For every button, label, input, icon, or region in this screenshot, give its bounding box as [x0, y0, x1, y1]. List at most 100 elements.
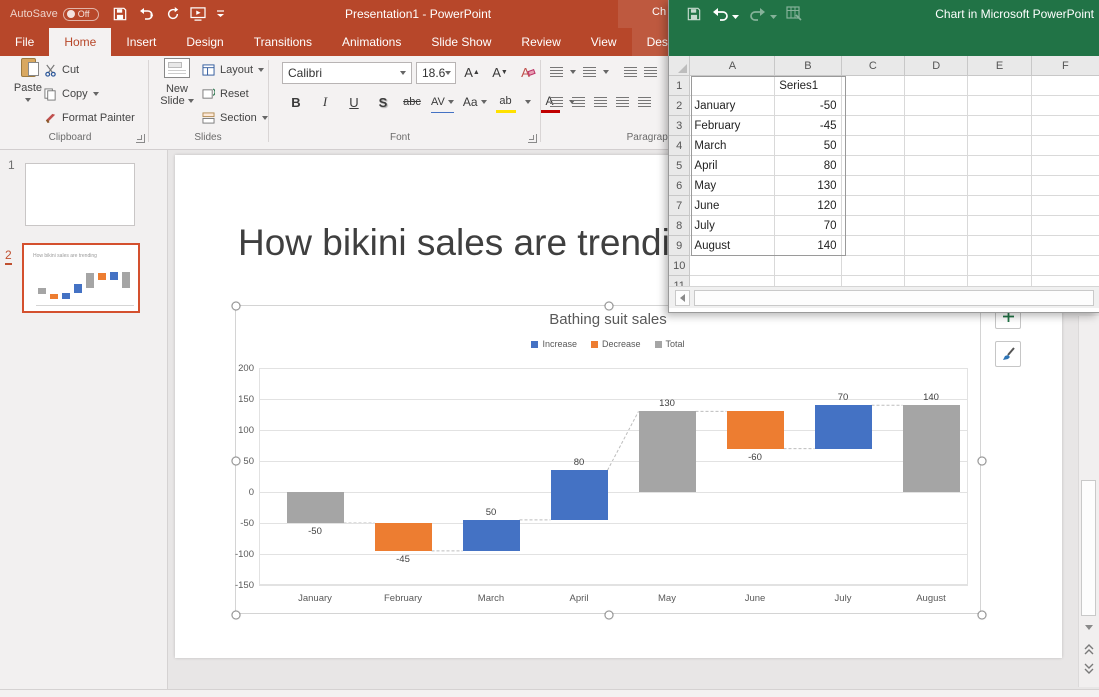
undo-icon[interactable] — [710, 7, 739, 26]
cell-D8[interactable] — [905, 216, 968, 236]
row-header-7[interactable]: 7 — [669, 196, 690, 216]
bar-march[interactable] — [463, 520, 520, 551]
numbering-dropdown-icon[interactable] — [603, 70, 609, 74]
row-header-1[interactable]: 1 — [669, 76, 690, 96]
column-header-D[interactable]: D — [905, 56, 968, 76]
row-header-11[interactable]: 11 — [669, 276, 690, 286]
row-header-8[interactable]: 8 — [669, 216, 690, 236]
cell-B3[interactable]: -45 — [775, 116, 841, 136]
save-icon[interactable] — [687, 7, 701, 26]
row-header-4[interactable]: 4 — [669, 136, 690, 156]
slide-thumbnail-1[interactable] — [25, 163, 135, 226]
cut-button[interactable]: Cut — [44, 60, 79, 80]
tab-design[interactable]: Design — [171, 28, 238, 56]
paste-dropdown-icon[interactable] — [25, 98, 31, 102]
text-shadow-button[interactable]: S — [373, 91, 393, 113]
line-spacing-button[interactable] — [638, 97, 651, 108]
cell-B2[interactable]: -50 — [775, 96, 841, 116]
section-button[interactable]: Section — [202, 108, 268, 128]
change-case-button[interactable]: Aa — [463, 91, 487, 113]
tab-transitions[interactable]: Transitions — [239, 28, 327, 56]
selection-handle[interactable] — [232, 302, 241, 311]
section-dropdown-icon[interactable] — [262, 116, 268, 120]
column-header-C[interactable]: C — [842, 56, 905, 76]
cell-F7[interactable] — [1032, 196, 1099, 216]
cell-D6[interactable] — [905, 176, 968, 196]
bold-button[interactable]: B — [286, 91, 306, 113]
cell-A6[interactable]: May — [690, 176, 775, 196]
cell-C1[interactable] — [842, 76, 905, 96]
slide-thumbnail-2[interactable]: How bikini sales are trending — [22, 243, 140, 313]
vertical-scrollbar-thumb[interactable] — [1081, 480, 1096, 616]
row-header-10[interactable]: 10 — [669, 256, 690, 276]
autosave-pill[interactable]: Off — [63, 8, 99, 21]
cell-F6[interactable] — [1032, 176, 1099, 196]
clear-formatting-button[interactable]: A — [518, 61, 538, 83]
cell-C8[interactable] — [842, 216, 905, 236]
cell-A2[interactable]: January — [690, 96, 775, 116]
tab-slide-show[interactable]: Slide Show — [416, 28, 506, 56]
start-slideshow-icon[interactable] — [190, 7, 206, 21]
cell-D10[interactable] — [905, 256, 968, 276]
column-header-B[interactable]: B — [775, 56, 841, 76]
tab-review[interactable]: Review — [506, 28, 575, 56]
cell-E7[interactable] — [968, 196, 1031, 216]
italic-button[interactable]: I — [315, 91, 335, 113]
highlight-dropdown-icon[interactable] — [525, 100, 531, 104]
cell-B9[interactable]: 140 — [775, 236, 841, 256]
autosave-toggle[interactable]: AutoSave Off — [10, 8, 99, 21]
cell-A10[interactable] — [690, 256, 775, 276]
selection-handle[interactable] — [978, 611, 987, 620]
cell-A9[interactable]: August — [690, 236, 775, 256]
text-highlight-button[interactable]: ab — [496, 91, 516, 113]
cell-D11[interactable] — [905, 276, 968, 286]
cell-A11[interactable] — [690, 276, 775, 286]
new-slide-button[interactable]: New Slide — [156, 58, 198, 107]
cell-B10[interactable] — [775, 256, 841, 276]
cell-F8[interactable] — [1032, 216, 1099, 236]
cell-B6[interactable]: 130 — [775, 176, 841, 196]
cell-C11[interactable] — [842, 276, 905, 286]
tab-animations[interactable]: Animations — [327, 28, 416, 56]
scroll-left-button[interactable] — [675, 290, 690, 306]
cell-B8[interactable]: 70 — [775, 216, 841, 236]
paste-button[interactable]: Paste — [10, 58, 46, 102]
decrease-font-size-button[interactable]: A▼ — [490, 61, 510, 83]
cell-D7[interactable] — [905, 196, 968, 216]
new-slide-dropdown-icon[interactable] — [188, 99, 194, 103]
decrease-indent-button[interactable] — [624, 67, 637, 78]
clipboard-dialog-launcher[interactable] — [136, 134, 145, 143]
row-header-5[interactable]: 5 — [669, 156, 690, 176]
repeat-icon[interactable] — [166, 7, 180, 21]
column-header-A[interactable]: A — [690, 56, 775, 76]
tab-insert[interactable]: Insert — [111, 28, 171, 56]
cell-D2[interactable] — [905, 96, 968, 116]
selection-handle[interactable] — [605, 611, 614, 620]
cell-E4[interactable] — [968, 136, 1031, 156]
bullets-button[interactable] — [550, 67, 563, 78]
cell-D3[interactable] — [905, 116, 968, 136]
excel-horizontal-scrollbar[interactable] — [669, 286, 1099, 308]
cell-C2[interactable] — [842, 96, 905, 116]
cell-B11[interactable] — [775, 276, 841, 286]
cell-D1[interactable] — [905, 76, 968, 96]
cell-E8[interactable] — [968, 216, 1031, 236]
justify-button[interactable] — [616, 97, 629, 108]
cell-F2[interactable] — [1032, 96, 1099, 116]
font-size-combo[interactable]: 18.6 — [416, 62, 456, 84]
bar-august[interactable] — [903, 405, 960, 492]
copy-dropdown-icon[interactable] — [93, 92, 99, 96]
cell-C6[interactable] — [842, 176, 905, 196]
cell-A5[interactable]: April — [690, 156, 775, 176]
selection-handle[interactable] — [978, 456, 987, 465]
bar-april[interactable] — [551, 470, 608, 520]
edit-data-icon[interactable] — [786, 6, 802, 26]
next-slide-button[interactable] — [1081, 660, 1096, 677]
cell-B5[interactable]: 80 — [775, 156, 841, 176]
strikethrough-button[interactable]: abc — [402, 91, 422, 113]
cell-A7[interactable]: June — [690, 196, 775, 216]
cell-C3[interactable] — [842, 116, 905, 136]
layout-dropdown-icon[interactable] — [258, 68, 264, 72]
cell-F9[interactable] — [1032, 236, 1099, 256]
numbering-button[interactable] — [583, 67, 596, 78]
